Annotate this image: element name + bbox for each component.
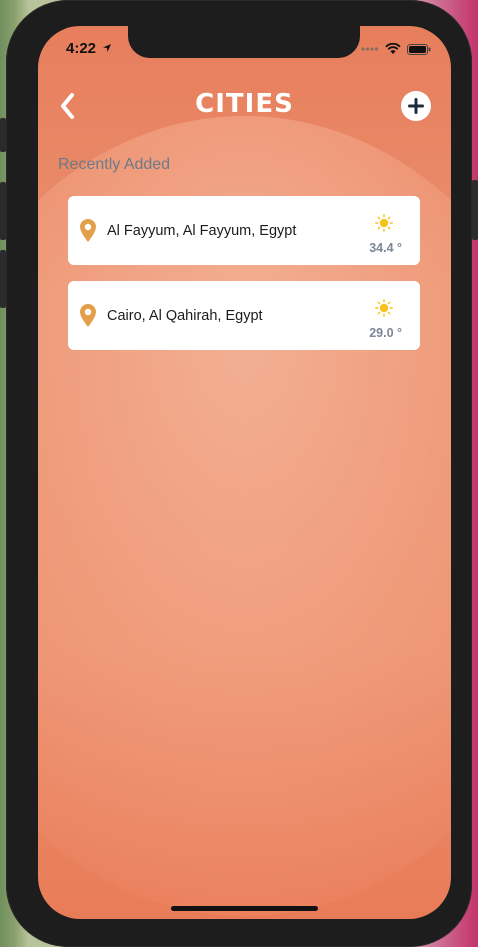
section-label-recently-added: Recently Added [58, 156, 171, 173]
app-screen: 4:22 CITIES Recently Added Al Fayyum, Al… [38, 26, 451, 919]
status-icons [361, 43, 431, 55]
device-notch [128, 26, 360, 58]
sun-icon [375, 214, 393, 232]
status-time-text: 4:22 [66, 40, 97, 57]
nav-header: CITIES [38, 86, 451, 126]
wifi-icon [385, 43, 401, 54]
phone-frame: 4:22 CITIES Recently Added Al Fayyum, Al… [0, 0, 478, 947]
location-pin-icon [80, 304, 96, 327]
city-temperature: 34.4 ° [369, 241, 402, 255]
phone-volume-down-button [0, 250, 6, 308]
phone-mute-switch [0, 118, 6, 152]
city-name: Cairo, Al Qahirah, Egypt [107, 308, 263, 324]
phone-power-button [472, 180, 478, 240]
home-indicator[interactable] [171, 906, 318, 911]
add-city-button[interactable] [401, 91, 431, 121]
signal-icon [361, 47, 379, 51]
city-card[interactable]: Al Fayyum, Al Fayyum, Egypt 34.4 ° [68, 196, 420, 265]
plus-icon [408, 98, 424, 114]
phone-volume-up-button [0, 182, 6, 240]
location-pin-icon [80, 219, 96, 242]
battery-icon [407, 43, 431, 55]
status-time: 4:22 [66, 40, 112, 57]
page-title: CITIES [195, 89, 294, 119]
location-arrow-icon [103, 44, 112, 52]
city-temperature: 29.0 ° [369, 326, 402, 340]
city-card[interactable]: Cairo, Al Qahirah, Egypt 29.0 ° [68, 281, 420, 350]
sun-icon [375, 299, 393, 317]
city-name: Al Fayyum, Al Fayyum, Egypt [107, 223, 297, 239]
